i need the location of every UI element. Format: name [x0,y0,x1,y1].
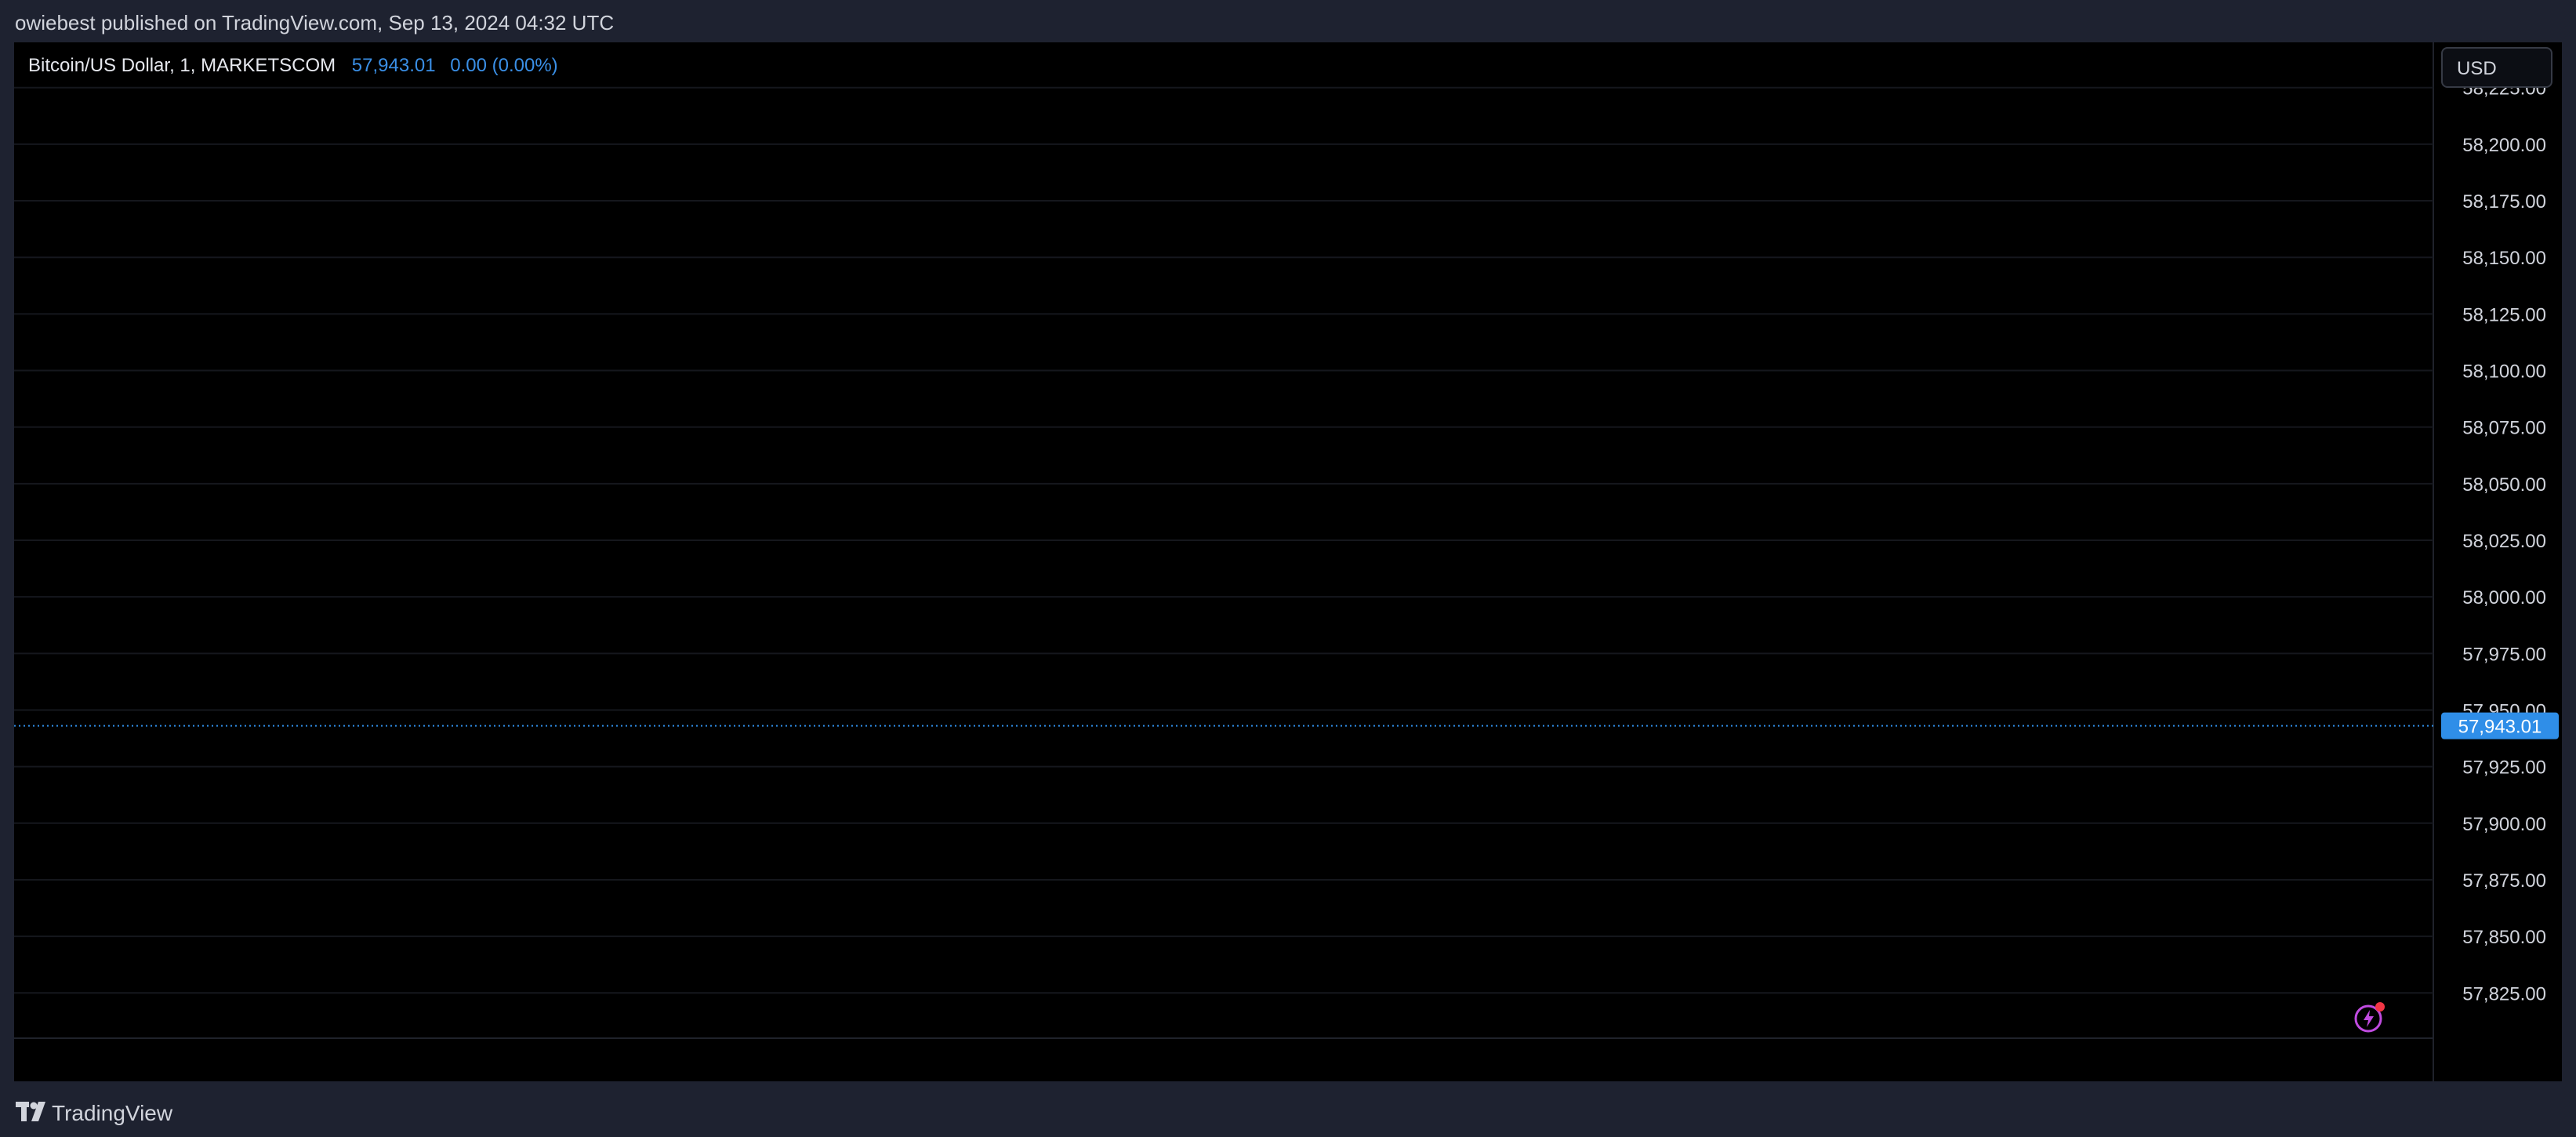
y-tick-label: 57,875.00 [2462,870,2546,892]
footer-bar: TradingView [0,1090,2576,1137]
currency-button[interactable]: USD [2441,47,2552,88]
y-tick-label: 58,150.00 [2462,248,2546,269]
y-tick-label: 58,000.00 [2462,587,2546,608]
brand-name[interactable]: TradingView [52,1101,172,1126]
legend-price: 57,943.01 [351,55,436,76]
y-tick-label: 57,825.00 [2462,983,2546,1004]
legend-change: 0.00 (0.00%) [450,55,558,76]
lightning-icon[interactable] [2353,1001,2386,1033]
y-tick-label: 58,075.00 [2462,418,2546,439]
y-tick-label: 57,850.00 [2462,927,2546,948]
y-tick-label: 57,975.00 [2462,644,2546,665]
price-axis[interactable]: 57,825.00 57,850.00 57,875.00 57,900.00 57,9… [2462,78,2546,1005]
grid-lines [14,42,2434,1082]
tradingview-logo-icon[interactable] [14,1098,49,1126]
y-tick-label: 57,900.00 [2462,814,2546,835]
y-tick-label: 58,125.00 [2462,304,2546,325]
y-tick-label: 58,175.00 [2462,191,2546,213]
y-tick-label: 57,925.00 [2462,757,2546,779]
symbol-name[interactable]: Bitcoin/US Dollar, 1, MARKETSCOM [28,55,336,76]
y-tick-label: 58,100.00 [2462,361,2546,383]
symbol-legend[interactable]: Bitcoin/US Dollar, 1, MARKETSCOM 57,943.… [28,55,558,77]
chart-canvas[interactable]: 22:0022:3023:0023:301300:3001:0001:3002:… [0,0,2576,1137]
y-tick-label: 58,200.00 [2462,135,2546,156]
y-tick-label: 58,050.00 [2462,474,2546,496]
currency-label: USD [2457,58,2497,79]
last-price-marker: 57,943.01 [14,712,2559,739]
last-price-label: 57,943.01 [2458,717,2542,738]
y-tick-label: 58,025.00 [2462,531,2546,552]
